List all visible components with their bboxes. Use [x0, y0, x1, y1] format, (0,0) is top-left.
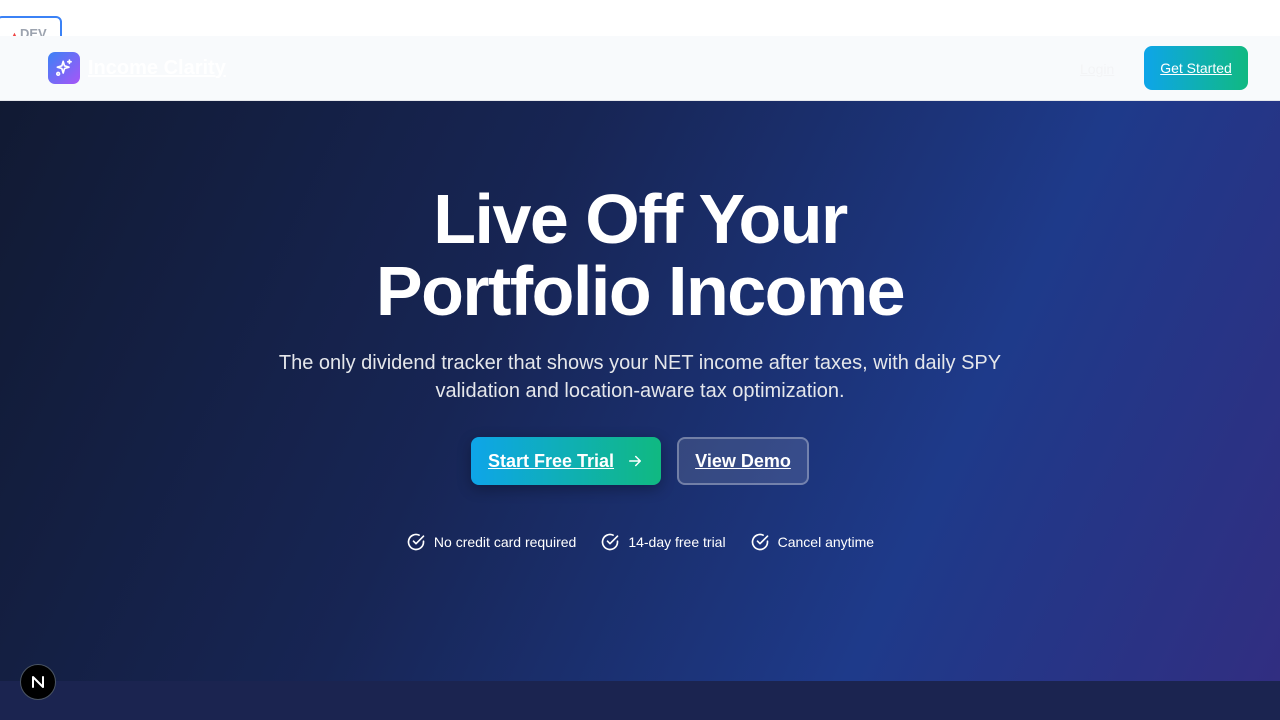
hero-title: Live Off Your Portfolio Income — [0, 183, 1280, 327]
feature-label: Cancel anytime — [777, 534, 875, 550]
hero-subtitle: The only dividend tracker that shows you… — [278, 352, 1002, 402]
start-free-trial-label: Start Free Trial — [487, 450, 615, 471]
nextjs-logo-icon — [32, 676, 44, 688]
start-free-trial-button[interactable]: Start Free Trial — [471, 437, 661, 485]
feature-item: 14-day free trial — [600, 532, 726, 552]
check-circle-icon — [751, 533, 768, 551]
sparkles-icon — [48, 52, 80, 84]
feature-label: 14-day free trial — [628, 534, 726, 550]
arrow-right-icon — [629, 455, 642, 467]
feature-item: No credit card required — [406, 532, 576, 552]
brand-home-link[interactable]: Income Clarity — [48, 52, 226, 84]
hero-title-line-1: Live Off Your — [433, 180, 848, 258]
nextjs-dev-tools-button[interactable] — [20, 664, 56, 700]
top-navbar: Income Clarity Login Get Started — [0, 36, 1280, 101]
hero-title-line-2: Portfolio Income — [375, 252, 906, 330]
hero-section: Live Off Your Portfolio Income The only … — [0, 101, 1280, 681]
get-started-button[interactable]: Get Started — [1144, 46, 1248, 90]
check-circle-icon — [407, 533, 425, 551]
feature-list: No credit card required 14-day free tria… — [0, 532, 1280, 552]
next-section-edge — [0, 681, 1280, 720]
brand-name: Income Clarity — [88, 56, 226, 79]
feature-item: Cancel anytime — [750, 532, 875, 552]
login-link[interactable]: Login — [1080, 61, 1114, 77]
view-demo-button[interactable]: View Demo — [677, 437, 809, 485]
check-circle-icon — [602, 533, 619, 551]
feature-label: No credit card required — [433, 534, 577, 550]
